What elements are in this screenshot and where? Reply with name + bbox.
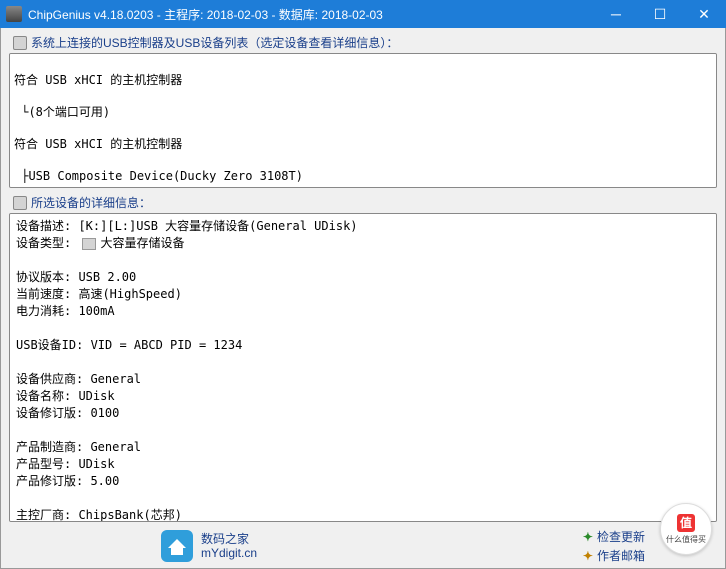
field-label: 产品修订版: (16, 474, 90, 488)
app-icon (6, 6, 22, 22)
field-value: General (90, 440, 141, 454)
field-value: UDisk (78, 457, 114, 471)
field-label: 电力消耗: (16, 304, 78, 318)
check-update-label: 检查更新 (597, 528, 645, 545)
field-value: 大容量存储设备 (100, 235, 184, 252)
details-label: 所选设备的详细信息： (31, 194, 151, 211)
field-value: VID = ABCD PID = 1234 (91, 338, 243, 352)
field-label: 设备名称: (16, 389, 78, 403)
field-value: ChipsBank(芯邦) (78, 508, 181, 522)
field-label: 产品制造商: (16, 440, 90, 454)
close-button[interactable]: ✕ (682, 0, 726, 28)
field-value: USB 2.00 (78, 270, 136, 284)
minimize-button[interactable]: ─ (594, 0, 638, 28)
field-value: 5.00 (90, 474, 119, 488)
check-update-link[interactable]: ✦ 检查更新 (583, 528, 645, 545)
field-label: 设备描述: (16, 219, 78, 233)
field-value: 0100 (90, 406, 119, 420)
details-header: 所选设备的详细信息： (9, 194, 717, 211)
author-mail-link[interactable]: ✦ 作者邮箱 (583, 547, 645, 564)
device-list-header: 系统上连接的USB控制器及USB设备列表（选定设备查看详细信息）： (9, 34, 717, 51)
watermark-text: 什么值得买 (666, 534, 706, 545)
author-mail-label: 作者邮箱 (597, 547, 645, 564)
field-label: 产品型号: (16, 457, 78, 471)
brand-text: 数码之家 mYdigit.cn (201, 532, 257, 560)
tree-item[interactable]: 符合 USB xHCI 的主机控制器 (14, 72, 712, 88)
field-label: 当前速度: (16, 287, 78, 301)
footer-bar: 数码之家 mYdigit.cn ✦ 检查更新 ✦ 作者邮箱 (9, 526, 717, 566)
field-value: 高速(HighSpeed) (78, 287, 181, 301)
device-type-icon (82, 238, 96, 250)
device-tree: 符合 USB xHCI 的主机控制器 └(8个端口可用) 符合 USB xHCI… (10, 54, 716, 188)
field-label: 协议版本: (16, 270, 78, 284)
field-label: 主控厂商: (16, 508, 78, 522)
maximize-button[interactable]: ☐ (638, 0, 682, 28)
up-arrow-icon: ✦ (583, 530, 593, 544)
down-arrow-icon: ✦ (583, 549, 593, 563)
footer-links: ✦ 检查更新 ✦ 作者邮箱 (583, 528, 645, 564)
field-label: USB设备ID: (16, 338, 91, 352)
field-value: [K:][L:]USB 大容量存储设备(General UDisk) (78, 219, 357, 233)
field-value: UDisk (78, 389, 114, 403)
field-label: 设备修订版: (16, 406, 90, 420)
field-label: 设备类型: (16, 235, 78, 252)
brand-domain: mYdigit.cn (201, 546, 257, 560)
device-list-label: 系统上连接的USB控制器及USB设备列表（选定设备查看详细信息）： (31, 34, 398, 51)
details-panel[interactable]: 设备描述: [K:][L:]USB 大容量存储设备(General UDisk)… (9, 213, 717, 522)
tree-item[interactable]: ├USB Composite Device(Ducky Zero 3108T) (14, 168, 712, 184)
tree-item[interactable]: 符合 USB xHCI 的主机控制器 (14, 136, 712, 152)
title-bar: ChipGenius v4.18.0203 - 主程序: 2018-02-03 … (0, 0, 726, 28)
details-text: 设备描述: [K:][L:]USB 大容量存储设备(General UDisk)… (10, 214, 716, 522)
home-icon (161, 530, 193, 562)
watermark-badge: 值 什么值得买 (660, 503, 712, 555)
watermark-icon: 值 (677, 514, 695, 532)
device-tree-panel[interactable]: 符合 USB xHCI 的主机控制器 └(8个端口可用) 符合 USB xHCI… (9, 53, 717, 188)
window-title: ChipGenius v4.18.0203 - 主程序: 2018-02-03 … (28, 6, 594, 23)
tree-item[interactable]: └(8个端口可用) (14, 104, 712, 120)
client-area: 系统上连接的USB控制器及USB设备列表（选定设备查看详细信息）： 符合 USB… (0, 28, 726, 569)
drive-icon (13, 196, 27, 210)
field-value: General (90, 372, 141, 386)
drive-icon (13, 36, 27, 50)
brand-area[interactable]: 数码之家 mYdigit.cn (161, 530, 257, 562)
brand-name: 数码之家 (201, 532, 257, 546)
field-label: 设备供应商: (16, 372, 90, 386)
window-controls: ─ ☐ ✕ (594, 0, 726, 28)
field-value: 100mA (78, 304, 114, 318)
